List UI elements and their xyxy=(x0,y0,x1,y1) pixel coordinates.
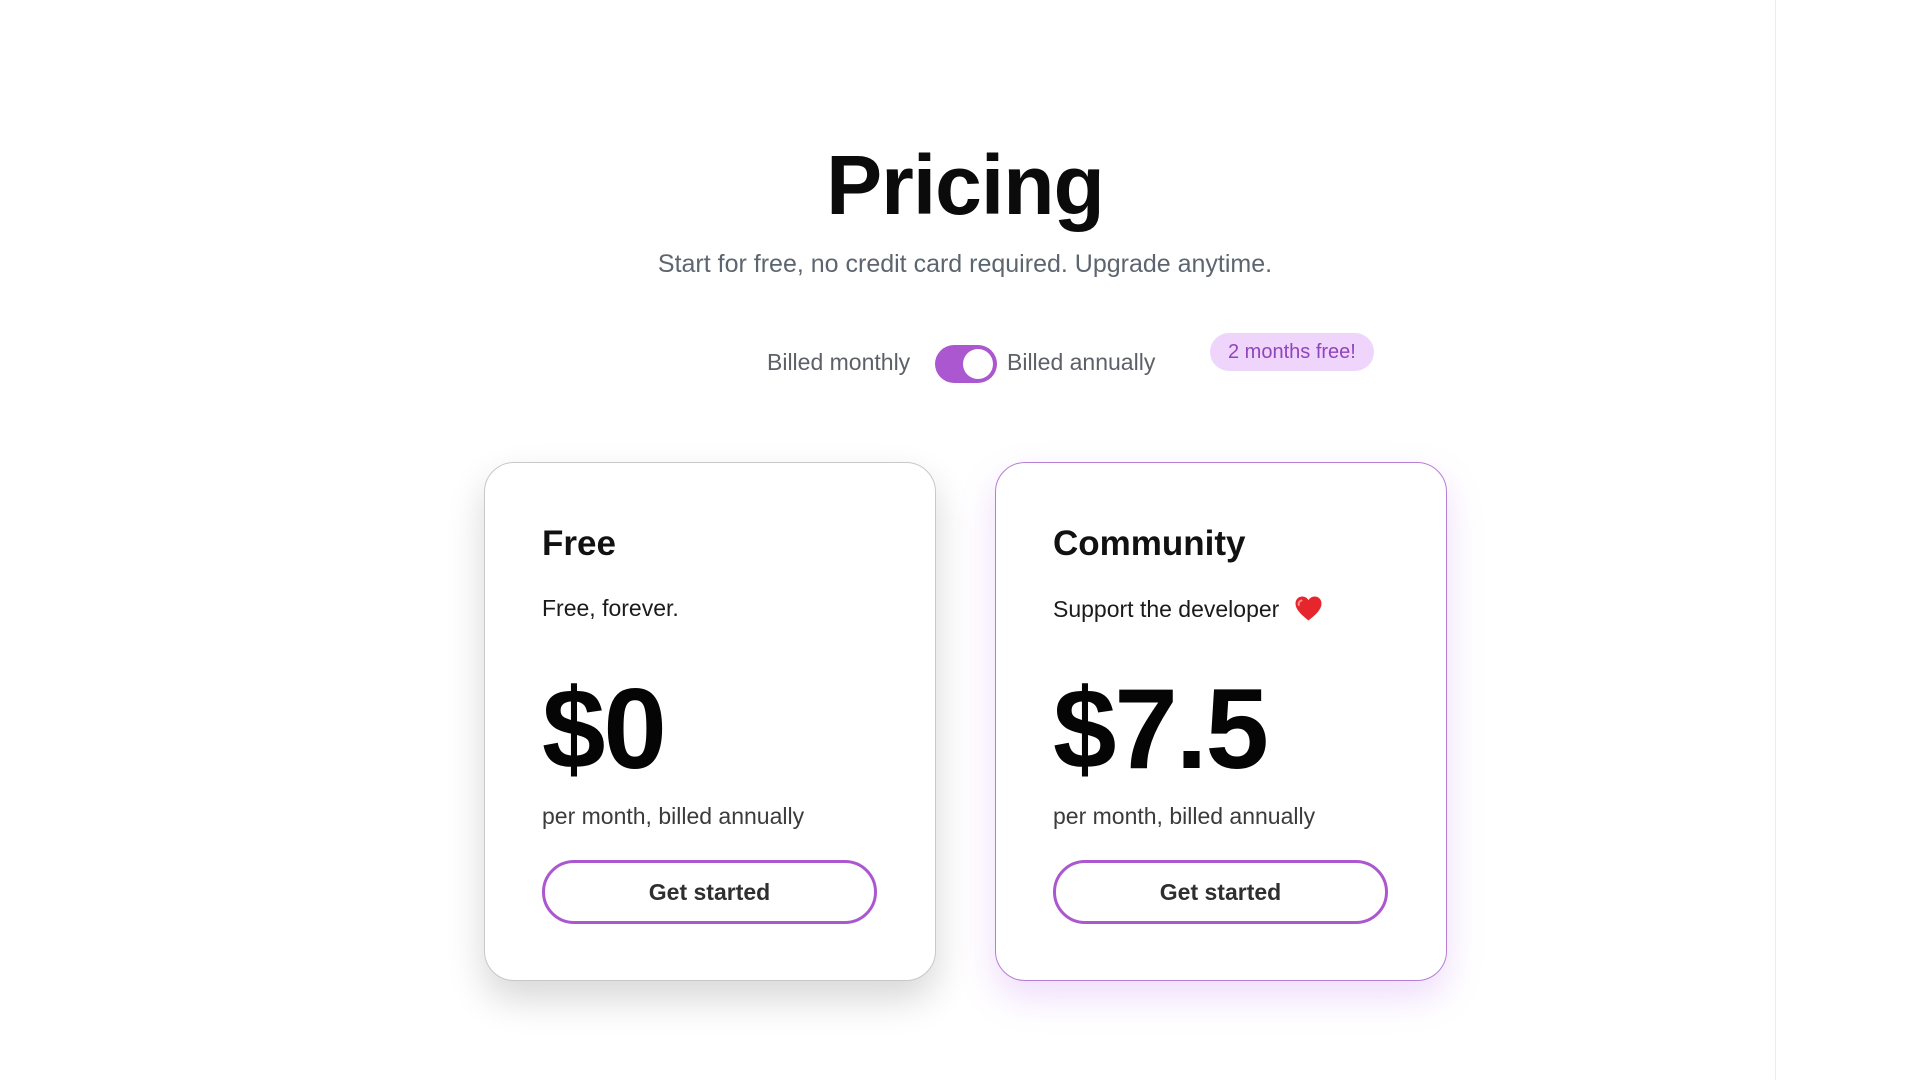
billing-period-toggle[interactable] xyxy=(935,345,997,383)
plan-name: Free xyxy=(542,524,616,563)
plan-description-text: Support the developer xyxy=(1053,596,1280,622)
plan-price: $7.5 xyxy=(1053,666,1269,793)
plan-name: Community xyxy=(1053,524,1246,563)
plan-card-free: Free Free, forever. $0 per month, billed… xyxy=(484,462,936,981)
plan-billing-period: per month, billed annually xyxy=(542,803,805,829)
page-subtitle: Start for free, no credit card required.… xyxy=(657,250,1273,278)
plan-price: $0 xyxy=(542,666,667,793)
plan-card-community: Community Support the developer $7.5 per… xyxy=(995,462,1447,981)
billing-toggle-group: Billed monthly Billed annually 2 months … xyxy=(0,333,1920,383)
plan-billing-period: per month, billed annually xyxy=(1053,803,1316,829)
billed-monthly-label[interactable]: Billed monthly xyxy=(767,349,910,376)
discount-badge: 2 months free! xyxy=(1210,333,1374,371)
get-started-button-free[interactable]: Get started xyxy=(542,860,877,924)
plan-description: Free, forever. xyxy=(542,595,679,622)
plan-description: Support the developer xyxy=(1053,595,1323,628)
plan-description-text: Free, forever. xyxy=(542,595,679,621)
page-title: Pricing xyxy=(826,138,1105,232)
toggle-knob xyxy=(963,349,993,379)
heart-icon xyxy=(1294,595,1323,628)
billed-annually-label[interactable]: Billed annually xyxy=(1007,349,1155,376)
get-started-button-community[interactable]: Get started xyxy=(1053,860,1388,924)
pricing-page: Pricing Start for free, no credit card r… xyxy=(0,0,1920,1080)
